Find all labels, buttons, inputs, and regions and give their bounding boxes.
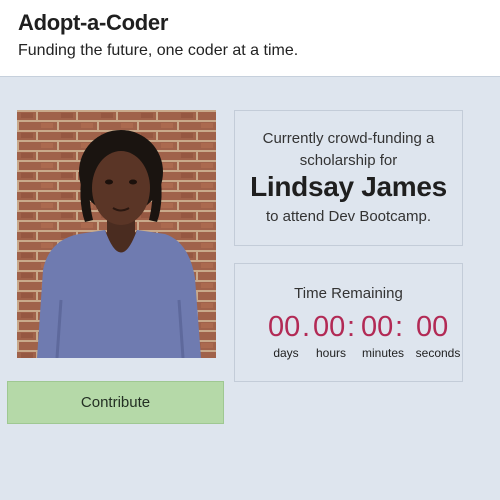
time-remaining-label: Time Remaining (294, 285, 403, 302)
countdown-digits: 00 . 00 : 00 : 00 (268, 311, 458, 343)
hours-unit-label: hours (315, 346, 347, 360)
profile-photo (17, 110, 216, 358)
hours-value: 00 (313, 311, 346, 343)
app-title: Adopt-a-Coder (18, 10, 169, 35)
contribute-button[interactable]: Contribute (7, 381, 224, 424)
countdown-units: days hours minutes seconds (235, 346, 464, 362)
person-portrait-photo (17, 110, 216, 358)
seconds-value: 00 (416, 311, 449, 343)
separator-2: : (347, 311, 356, 343)
separator-1: . (302, 311, 311, 343)
scholarship-info-card: Currently crowd-funding a scholarship fo… (234, 110, 463, 246)
minutes-value: 00 (361, 311, 394, 343)
info-line-2: scholarship for (299, 152, 398, 169)
minutes-unit-label: minutes (361, 346, 405, 360)
page-header: Adopt-a-Coder Funding the future, one co… (0, 0, 500, 76)
countdown-timer-card: Time Remaining 00 . 00 : 00 : 00 days ho… (234, 263, 463, 382)
separator-3: : (395, 311, 404, 343)
days-value: 00 (268, 311, 301, 343)
main-panel: Contribute Currently crowd-funding a sch… (0, 76, 500, 500)
seconds-unit-label: seconds (415, 346, 461, 360)
coder-name: Lindsay James (250, 171, 447, 202)
app-subtitle: Funding the future, one coder at a time. (18, 42, 299, 59)
days-unit-label: days (273, 346, 299, 360)
info-line-1: Currently crowd-funding a (262, 130, 435, 147)
info-line-3: to attend Dev Bootcamp. (265, 208, 432, 225)
